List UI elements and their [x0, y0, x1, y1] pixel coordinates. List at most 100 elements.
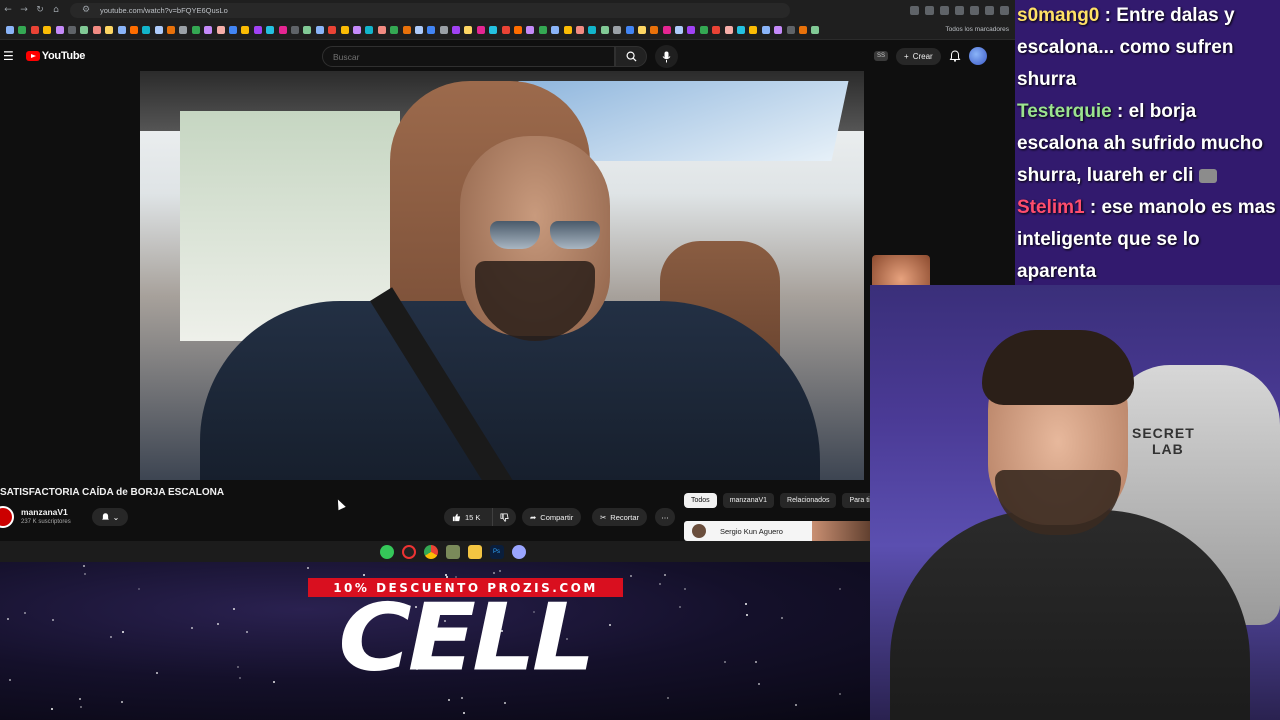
bookmark-icon[interactable]: [712, 25, 721, 34]
bookmark-icon[interactable]: [253, 25, 262, 34]
bookmark-icon[interactable]: [613, 25, 622, 34]
bookmark-icon[interactable]: [501, 25, 510, 34]
create-button[interactable]: + Crear: [896, 47, 941, 65]
bookmark-icon[interactable]: [229, 25, 238, 34]
chip-related[interactable]: Relacionados: [780, 493, 837, 508]
back-icon[interactable]: ←: [0, 5, 16, 15]
bookmark-icon[interactable]: [142, 25, 151, 34]
channel-name[interactable]: manzanaV1: [21, 507, 68, 517]
bookmark-icon[interactable]: [179, 25, 188, 34]
home-icon[interactable]: ⌂: [48, 5, 64, 15]
bookmark-icon[interactable]: [105, 25, 114, 34]
bookmark-icon[interactable]: [241, 25, 250, 34]
bookmark-icon[interactable]: [786, 25, 795, 34]
youtube-logo[interactable]: YouTube: [25, 50, 85, 62]
extension-icon[interactable]: [955, 5, 964, 15]
address-bar[interactable]: ⚙ youtube.com/watch?v=bFQYE6QusLo: [70, 2, 790, 18]
bookmark-icon[interactable]: [390, 25, 399, 34]
bookmark-icon[interactable]: [191, 25, 200, 34]
all-bookmarks-folder[interactable]: Todos los marcadores: [945, 26, 1015, 33]
channel-avatar[interactable]: [0, 506, 14, 528]
forward-icon[interactable]: →: [16, 5, 32, 15]
app-icon[interactable]: [445, 544, 460, 559]
bookmark-icon[interactable]: [315, 25, 324, 34]
bookmark-icon[interactable]: [600, 25, 609, 34]
chrome-app-icon[interactable]: [423, 544, 438, 559]
bookmark-icon[interactable]: [675, 25, 684, 34]
bookmark-icon[interactable]: [724, 25, 733, 34]
bookmark-icon[interactable]: [588, 25, 597, 34]
bookmark-icon[interactable]: [129, 25, 138, 34]
video-player[interactable]: [140, 71, 864, 480]
bookmark-icon[interactable]: [377, 25, 386, 34]
site-info-icon[interactable]: ⚙: [78, 5, 94, 15]
bookmark-icon[interactable]: [67, 25, 76, 34]
like-button[interactable]: 15 K: [444, 508, 492, 526]
bookmark-icon[interactable]: [352, 25, 361, 34]
bookmark-icon[interactable]: [328, 25, 337, 34]
menu-icon[interactable]: [1000, 5, 1009, 15]
bookmark-icon[interactable]: [216, 25, 225, 34]
bookmark-icon[interactable]: [439, 25, 448, 34]
bookmark-icon[interactable]: [117, 25, 126, 34]
bookmark-icon[interactable]: [452, 25, 461, 34]
extension-icon[interactable]: [925, 5, 934, 15]
account-avatar[interactable]: [968, 47, 987, 65]
bookmark-icon[interactable]: [563, 25, 572, 34]
bookmark-icon[interactable]: [30, 25, 39, 34]
bookmark-icon[interactable]: [687, 25, 696, 34]
chip-channel[interactable]: manzanaV1: [722, 493, 775, 508]
bookmark-icon[interactable]: [167, 25, 176, 34]
bookmark-icon[interactable]: [514, 25, 523, 34]
bookmark-icon[interactable]: [340, 25, 349, 34]
bookmark-icon[interactable]: [476, 25, 485, 34]
bookmark-icon[interactable]: [427, 25, 436, 34]
chip-all[interactable]: Todos: [684, 493, 717, 508]
extension-icon[interactable]: [910, 5, 919, 15]
bookmark-icon[interactable]: [290, 25, 299, 34]
bookmark-icon[interactable]: [414, 25, 423, 34]
bookmark-icon[interactable]: [278, 25, 287, 34]
bookmark-icon[interactable]: [774, 25, 783, 34]
bookmark-icon[interactable]: [18, 25, 27, 34]
obs-app-icon[interactable]: [401, 544, 416, 559]
bookmark-icon[interactable]: [575, 25, 584, 34]
bookmark-icon[interactable]: [761, 25, 770, 34]
bookmark-icon[interactable]: [662, 25, 671, 34]
bookmark-icon[interactable]: [154, 25, 163, 34]
photoshop-icon[interactable]: Ps: [489, 544, 504, 559]
extension-icon[interactable]: [940, 5, 949, 15]
more-actions-button[interactable]: ⋯: [655, 508, 675, 526]
bookmark-icon[interactable]: [737, 25, 746, 34]
app-icon[interactable]: [511, 544, 526, 559]
bookmark-icon[interactable]: [464, 25, 473, 34]
menu-icon[interactable]: ☰: [3, 49, 14, 63]
bookmark-icon[interactable]: [402, 25, 411, 34]
bookmark-icon[interactable]: [526, 25, 535, 34]
bookmark-icon[interactable]: [6, 25, 14, 34]
bookmark-icon[interactable]: [266, 25, 275, 34]
bookmark-icon[interactable]: [43, 25, 52, 34]
dislike-button[interactable]: [492, 508, 516, 526]
bookmark-icon[interactable]: [80, 25, 89, 34]
bookmark-icon[interactable]: [699, 25, 708, 34]
search-button[interactable]: [615, 46, 647, 67]
bookmark-icon[interactable]: [92, 25, 101, 34]
notifications-bell-icon[interactable]: [949, 50, 961, 62]
bookmark-icon[interactable]: [538, 25, 547, 34]
xbox-app-icon[interactable]: [379, 544, 394, 559]
recommended-video-card[interactable]: Sergio Kun Aguero: [684, 521, 874, 541]
bookmark-icon[interactable]: [365, 25, 374, 34]
bookmark-icon[interactable]: [551, 25, 560, 34]
reload-icon[interactable]: ↻: [32, 5, 48, 15]
bookmark-icon[interactable]: [204, 25, 213, 34]
clip-button[interactable]: ✂ Recortar: [592, 508, 648, 526]
subscribed-notifications-button[interactable]: ⌄: [92, 508, 128, 526]
bookmark-icon[interactable]: [637, 25, 646, 34]
voice-search-button[interactable]: [655, 45, 678, 68]
bookmark-icon[interactable]: [749, 25, 758, 34]
bookmark-icon[interactable]: [303, 25, 312, 34]
share-button[interactable]: ➦ Compartir: [522, 508, 582, 526]
download-icon[interactable]: [970, 5, 979, 15]
profile-icon[interactable]: [985, 5, 994, 15]
